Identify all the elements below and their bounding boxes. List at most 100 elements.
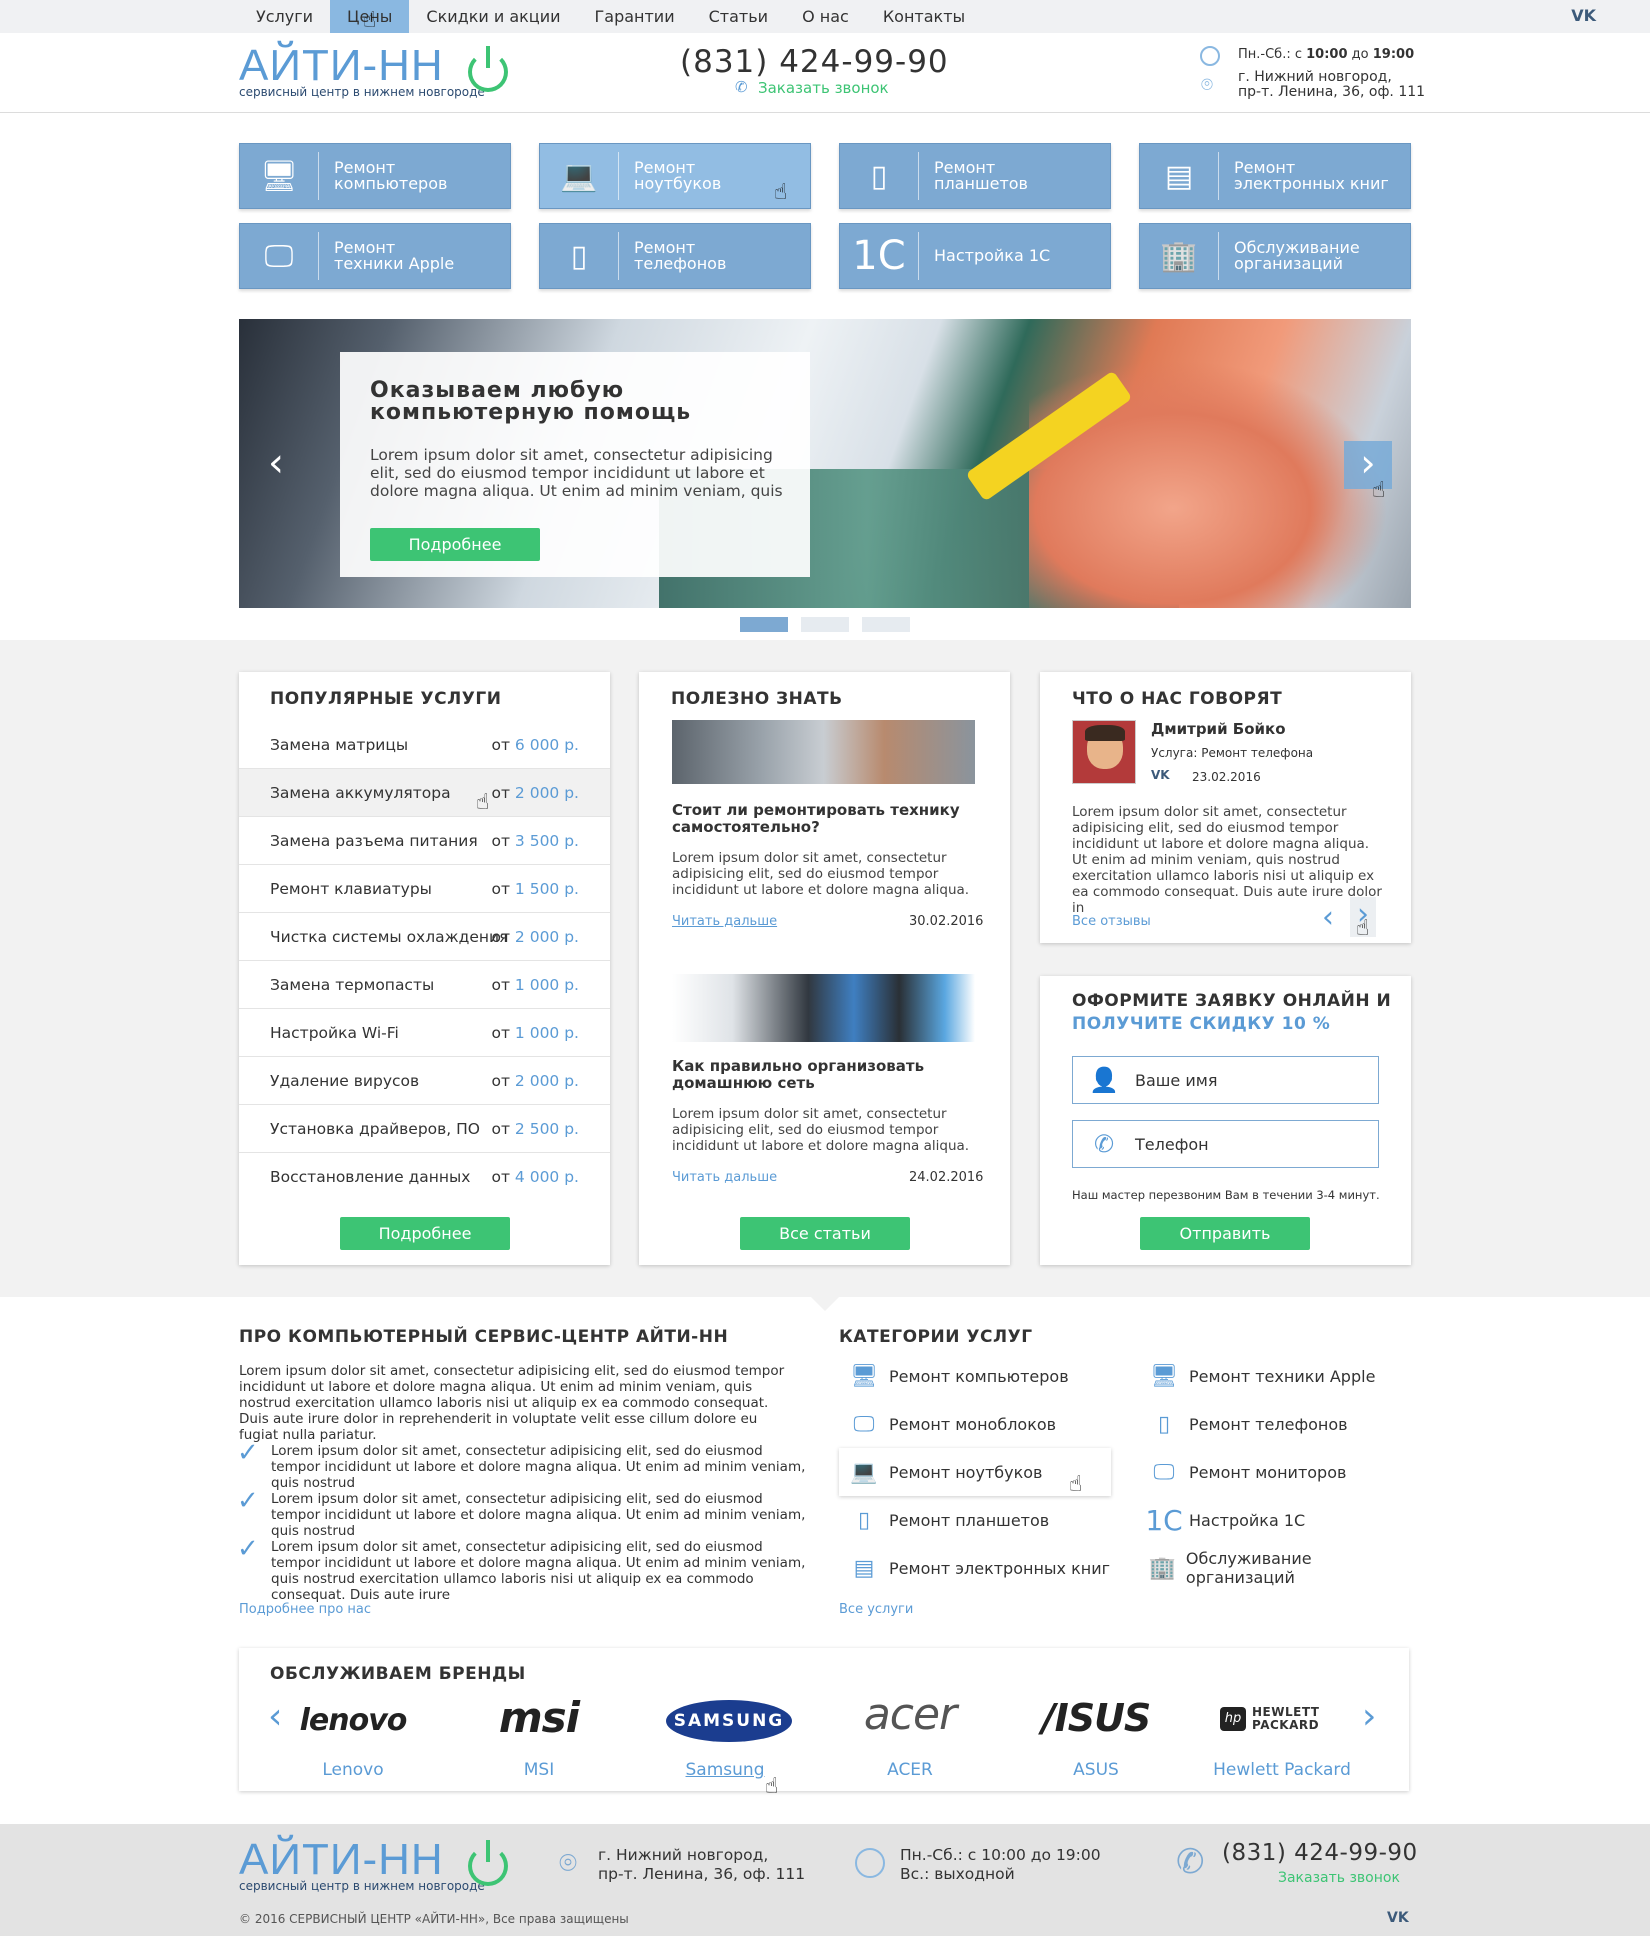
nav-item-warranty[interactable]: Гарантии [578, 0, 692, 33]
review-prev-arrow-icon[interactable]: ‹ [1322, 900, 1334, 935]
monoblock-icon: 🖵 [853, 1411, 875, 1437]
service-row[interactable]: Замена термопасты от 1 000 р. [239, 961, 610, 1009]
all-articles-button[interactable]: Все статьи [740, 1217, 910, 1250]
footer-logo-subtitle: сервисный центр в нижнем новгороде [239, 1879, 485, 1893]
monitor-icon: 🖵 [1153, 1459, 1175, 1485]
order-form-note: Наш мастер перезвоним Вам в течении 3-4 … [1072, 1188, 1380, 1202]
service-row[interactable]: Ремонт клавиатуры от 1 500 р. [239, 865, 610, 913]
service-row[interactable]: Восстановление данных от 4 000 р. [239, 1153, 610, 1201]
category-apple[interactable]: 🖥 Ремонт техники Apple [1139, 1352, 1411, 1400]
laptop-icon: 💻 [540, 152, 619, 200]
samsung-logo[interactable]: SAMSUNG [666, 1700, 792, 1742]
service-row[interactable]: Замена матрицы от 6 000 р. [239, 721, 610, 769]
tile-apple[interactable]: 🖵 Ремонт техники Apple [239, 223, 511, 289]
submit-button[interactable]: Отправить [1140, 1217, 1310, 1250]
category-tablets[interactable]: ▯ Ремонт планшетов [839, 1496, 1111, 1544]
footer-logo-text: АЙТИ-НН [239, 1835, 444, 1884]
hand-cursor-icon: ☝ [363, 8, 377, 33]
brand-name-acer[interactable]: ACER [825, 1760, 995, 1780]
article-date: 24.02.2016 [909, 1170, 984, 1185]
brand-name-msi[interactable]: MSI [454, 1760, 624, 1780]
article-image[interactable] [672, 974, 975, 1042]
service-row[interactable]: Замена аккумулятора от 2 000 р. [239, 769, 610, 817]
article-read-more-link[interactable]: Читать дальше [672, 914, 777, 929]
phone-input[interactable]: ✆ Телефон [1072, 1120, 1379, 1168]
all-reviews-link[interactable]: Все отзывы [1072, 914, 1151, 929]
service-row[interactable]: Чистка системы охлаждения от 2 000 р. [239, 913, 610, 961]
name-input[interactable]: 👤 Ваше имя [1072, 1056, 1379, 1104]
slider-dot-1[interactable] [740, 617, 788, 632]
footer-phone[interactable]: (831) 424-99-90 [1222, 1840, 1418, 1866]
article-title[interactable]: Стоит ли ремонтировать технику самостояте… [672, 802, 982, 836]
footer-callback-link[interactable]: Заказать звонок [1278, 1870, 1400, 1886]
article-date: 30.02.2016 [909, 914, 984, 929]
about-more-link[interactable]: Подробнее про нас [239, 1602, 371, 1617]
article-read-more-link[interactable]: Читать дальше [672, 1170, 777, 1185]
asus-logo[interactable]: /ISUS [1011, 1696, 1181, 1740]
tile-ebooks[interactable]: ▤ Ремонт электронных книг [1139, 143, 1411, 209]
nav-item-services[interactable]: Услуги [239, 0, 330, 33]
power-icon [468, 46, 508, 92]
acer-logo[interactable]: acer [825, 1689, 995, 1740]
phone-icon: ▯ [1157, 1411, 1171, 1437]
hand-cursor-icon: ☝ [765, 1774, 779, 1799]
slider-dot-2[interactable] [801, 617, 849, 632]
slide-more-button[interactable]: Подробнее [370, 528, 540, 561]
brands-next-arrow-icon[interactable]: › [1362, 1696, 1376, 1737]
category-organizations[interactable]: 🏢 Обслуживание организаций [1139, 1544, 1411, 1592]
brand-name-lenovo[interactable]: Lenovo [268, 1760, 438, 1780]
nav-item-discounts[interactable]: Скидки и акции [409, 0, 577, 33]
logo-text: АЙТИ-НН [239, 41, 444, 90]
category-phones[interactable]: ▯ Ремонт телефонов [1139, 1400, 1411, 1448]
service-row[interactable]: Замена разъема питания от 3 500 р. [239, 817, 610, 865]
vk-icon[interactable]: VK [1571, 6, 1596, 25]
brand-name-samsung[interactable]: Samsung [640, 1760, 810, 1780]
reviews-panel: ЧТО О НАС ГОВОРЯТ Дмитрий Бойко Услуга: … [1040, 672, 1411, 943]
service-row[interactable]: Настройка Wi-Fi от 1 000 р. [239, 1009, 610, 1057]
reviewer-avatar [1072, 720, 1136, 784]
nav-item-contacts[interactable]: Контакты [866, 0, 982, 33]
slider-dot-3[interactable] [862, 617, 910, 632]
all-services-link[interactable]: Все услуги [839, 1602, 913, 1617]
msi-logo[interactable]: msi [454, 1693, 624, 1742]
category-ebooks[interactable]: ▤ Ремонт электронных книг [839, 1544, 1111, 1592]
category-computers[interactable]: 🖥 Ремонт компьютеров [839, 1352, 1111, 1400]
callback-link[interactable]: Заказать звонок [758, 79, 889, 97]
article-image[interactable] [672, 720, 975, 784]
article-title[interactable]: Как правильно организовать домашнюю сеть [672, 1058, 982, 1092]
power-icon [468, 1840, 508, 1886]
popular-more-button[interactable]: Подробнее [340, 1217, 510, 1250]
desktop-icon: 🖥 [850, 1363, 878, 1389]
header-phone[interactable]: (831) 424-99-90 [680, 44, 949, 80]
user-icon: 👤 [1089, 1066, 1119, 1094]
vk-icon[interactable]: VK [1387, 1910, 1409, 1926]
tile-tablets[interactable]: ▯ Ремонт планшетов [839, 143, 1111, 209]
logo[interactable]: АЙТИ-НН сервисный центр в нижнем новгоро… [239, 41, 485, 100]
vk-icon[interactable]: VK [1151, 768, 1170, 782]
review-text: Lorem ipsum dolor sit amet, consectetur … [1072, 804, 1382, 916]
copyright: © 2016 СЕРВИСНЫЙ ЦЕНТР «АЙТИ-НН», Все пр… [239, 1912, 629, 1926]
category-1c[interactable]: 1С Настройка 1С [1139, 1496, 1411, 1544]
brand-name-hp[interactable]: Hewlett Packard [1197, 1760, 1367, 1780]
nav-item-articles[interactable]: Статьи [692, 0, 785, 33]
brand-name-asus[interactable]: ASUS [1011, 1760, 1181, 1780]
1c-icon: 1С [1145, 1503, 1183, 1537]
slider-prev-arrow-icon[interactable]: ‹ [268, 440, 284, 486]
apple-monitor-icon: 🖥 [1150, 1363, 1178, 1389]
nav-item-about[interactable]: О нас [785, 0, 866, 33]
tile-phones[interactable]: ▯ Ремонт телефонов [539, 223, 811, 289]
popular-services-title: ПОПУЛЯРНЫЕ УСЛУГИ [270, 689, 502, 709]
1c-icon: 1С [840, 232, 919, 280]
lenovo-logo[interactable]: lenovo [268, 1703, 438, 1738]
tile-1c[interactable]: 1С Настройка 1С [839, 223, 1111, 289]
hp-logo[interactable]: HEWLETT PACKARD [1252, 1706, 1342, 1732]
tile-laptops[interactable]: 💻 Ремонт ноутбуков [539, 143, 811, 209]
service-row[interactable]: Удаление вирусов от 2 000 р. [239, 1057, 610, 1105]
category-monoblocks[interactable]: 🖵 Ремонт моноблоков [839, 1400, 1111, 1448]
category-monitors[interactable]: 🖵 Ремонт мониторов [1139, 1448, 1411, 1496]
tile-computers[interactable]: 🖥 Ремонт компьютеров [239, 143, 511, 209]
hand-cursor-icon: ☝ [1069, 1472, 1083, 1497]
service-row[interactable]: Установка драйверов, ПО от 2 500 р. [239, 1105, 610, 1153]
tile-organizations[interactable]: 🏢 Обслуживание организаций [1139, 223, 1411, 289]
footer-logo[interactable]: АЙТИ-НН сервисный центр в нижнем новгоро… [239, 1835, 485, 1894]
